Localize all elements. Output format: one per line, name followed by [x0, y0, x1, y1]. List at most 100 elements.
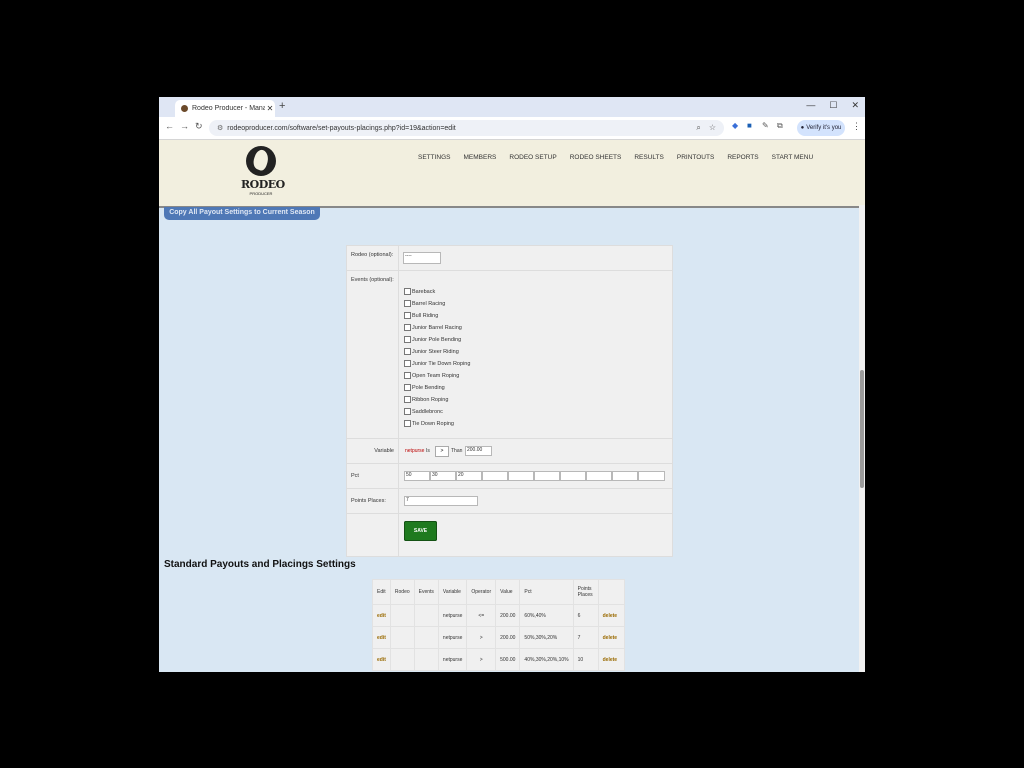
cell: netpurse: [437, 626, 468, 649]
extension-icon[interactable]: ◆: [732, 121, 738, 130]
section-title: Standard Payouts and Placings Settings: [164, 559, 356, 570]
edit-link[interactable]: edit: [372, 626, 391, 649]
nav-rodeo-setup[interactable]: RODEO SETUP: [509, 154, 556, 161]
nav-rodeo-sheets[interactable]: RODEO SHEETS: [570, 154, 622, 161]
checkbox-icon: [404, 408, 411, 415]
avatar-icon: ●: [800, 125, 805, 131]
event-checkbox[interactable]: Open Team Roping: [404, 372, 459, 379]
address-bar: ← → ↻ ⚙ rodeoproducer.com/software/set-p…: [159, 117, 865, 140]
event-checkbox[interactable]: Tie Down Roping: [404, 420, 454, 427]
col-header: Variable: [437, 579, 468, 605]
nav-settings[interactable]: SETTINGS: [418, 154, 451, 161]
pct-input[interactable]: [508, 471, 534, 481]
checkbox-icon: [404, 288, 411, 295]
cell: [389, 626, 415, 649]
variable-label: Variable: [347, 439, 399, 464]
edit-link[interactable]: edit: [372, 648, 391, 671]
extension-icon[interactable]: ■: [747, 121, 752, 130]
page-scrollbar[interactable]: [859, 205, 865, 672]
tab-bar: Rodeo Producer - Manage Pay ✕ + — ☐ ✕: [159, 97, 865, 117]
event-checkbox[interactable]: Junior Barrel Racing: [404, 324, 462, 331]
site-logo[interactable]: RODEO PRODUCER: [241, 146, 285, 202]
pct-input[interactable]: [586, 471, 612, 481]
event-checkbox[interactable]: Saddlebronc: [404, 408, 443, 415]
browser-tab[interactable]: Rodeo Producer - Manage Pay ✕: [175, 100, 275, 117]
maximize-icon[interactable]: ☐: [829, 100, 837, 111]
new-tab-icon[interactable]: +: [279, 100, 285, 112]
col-header: Value: [495, 579, 521, 605]
back-icon[interactable]: ←: [165, 121, 174, 131]
site-info-icon[interactable]: ⚙: [217, 124, 223, 132]
cell: netpurse: [437, 604, 468, 627]
close-window-icon[interactable]: ✕: [851, 100, 859, 111]
zoom-icon[interactable]: ⌕: [696, 123, 700, 133]
delete-link[interactable]: delete: [597, 604, 625, 627]
save-button[interactable]: SAVE: [404, 521, 437, 541]
pct-input[interactable]: 50: [404, 471, 430, 481]
bookmark-star-icon[interactable]: ☆: [709, 123, 716, 133]
event-checkbox[interactable]: Bull Riding: [404, 312, 438, 319]
profile-label: Verify it's you: [806, 125, 842, 131]
event-checkbox[interactable]: Barrel Racing: [404, 300, 445, 307]
pct-input[interactable]: [482, 471, 508, 481]
copy-settings-button[interactable]: Copy All Payout Settings to Current Seas…: [164, 207, 320, 220]
table-row: edit netpurse <= 200.00 60%,40% 6 delete: [372, 604, 625, 627]
logo-word: RODEO: [241, 178, 285, 191]
edit-link[interactable]: edit: [372, 604, 391, 627]
browser-menu-icon[interactable]: ⋮: [852, 121, 861, 132]
url-text: rodeoproducer.com/software/set-payouts-p…: [227, 124, 456, 132]
event-checkbox[interactable]: Ribbon Roping: [404, 396, 448, 403]
col-header: Edit: [372, 579, 391, 605]
event-checkbox[interactable]: Pole Bending: [404, 384, 445, 391]
profile-button[interactable]: ● Verify it's you: [797, 120, 845, 136]
is-label: Is: [426, 448, 430, 454]
site-nav: SETTINGS MEMBERS RODEO SETUP RODEO SHEET…: [418, 154, 826, 161]
cell: [413, 604, 439, 627]
pct-input[interactable]: [560, 471, 586, 481]
nav-start-menu[interactable]: START MENU: [772, 154, 814, 161]
reload-icon[interactable]: ↻: [195, 121, 203, 132]
cell: [413, 648, 439, 671]
nav-results[interactable]: RESULTS: [634, 154, 664, 161]
points-row: Points Places: 7: [347, 488, 672, 514]
pct-input[interactable]: 20: [456, 471, 482, 481]
than-value-input[interactable]: 200.00: [465, 446, 492, 456]
cell: 40%,30%,20%,10%: [519, 648, 574, 671]
extensions-puzzle-icon[interactable]: ⧉: [777, 121, 783, 131]
extension-icon[interactable]: ✎: [762, 121, 769, 130]
nav-printouts[interactable]: PRINTOUTS: [677, 154, 714, 161]
pct-input[interactable]: [638, 471, 665, 481]
nav-reports[interactable]: REPORTS: [727, 154, 758, 161]
event-checkbox[interactable]: Junior Tie Down Roping: [404, 360, 470, 367]
points-places-input[interactable]: 7: [404, 496, 478, 506]
pct-input[interactable]: [612, 471, 638, 481]
event-checkbox[interactable]: Bareback: [404, 288, 435, 295]
save-row-label-cell: [347, 514, 399, 557]
favicon-icon: [181, 105, 188, 112]
delete-link[interactable]: delete: [597, 626, 625, 649]
scrollbar-thumb[interactable]: [860, 370, 864, 488]
url-field[interactable]: ⚙ rodeoproducer.com/software/set-payouts…: [209, 120, 724, 136]
forward-icon[interactable]: →: [180, 121, 189, 131]
variable-select[interactable]: netpurse: [405, 448, 424, 454]
pct-label: Pct: [347, 464, 399, 489]
col-header: Rodeo: [389, 579, 415, 605]
checkbox-icon: [404, 336, 411, 343]
cell: 10: [572, 648, 599, 671]
pct-input[interactable]: [534, 471, 560, 481]
rodeo-select[interactable]: ----: [403, 252, 441, 264]
cell: 200.00: [495, 626, 521, 649]
event-checkbox[interactable]: Junior Pole Bending: [404, 336, 461, 343]
delete-link[interactable]: delete: [597, 648, 625, 671]
events-label: Events (optional):: [347, 271, 399, 439]
close-tab-icon[interactable]: ✕: [265, 104, 275, 113]
cell: 60%,40%: [519, 604, 574, 627]
nav-members[interactable]: MEMBERS: [464, 154, 497, 161]
table-header-row: Edit Rodeo Events Variable Operator Valu…: [372, 579, 625, 605]
event-checkbox[interactable]: Junior Steer Riding: [404, 348, 459, 355]
operator-select[interactable]: >: [435, 446, 449, 457]
tab-title: Rodeo Producer - Manage Pay: [192, 105, 265, 112]
minimize-icon[interactable]: —: [806, 100, 815, 111]
browser-window: Rodeo Producer - Manage Pay ✕ + — ☐ ✕ ← …: [159, 97, 865, 672]
pct-input[interactable]: 30: [430, 471, 456, 481]
